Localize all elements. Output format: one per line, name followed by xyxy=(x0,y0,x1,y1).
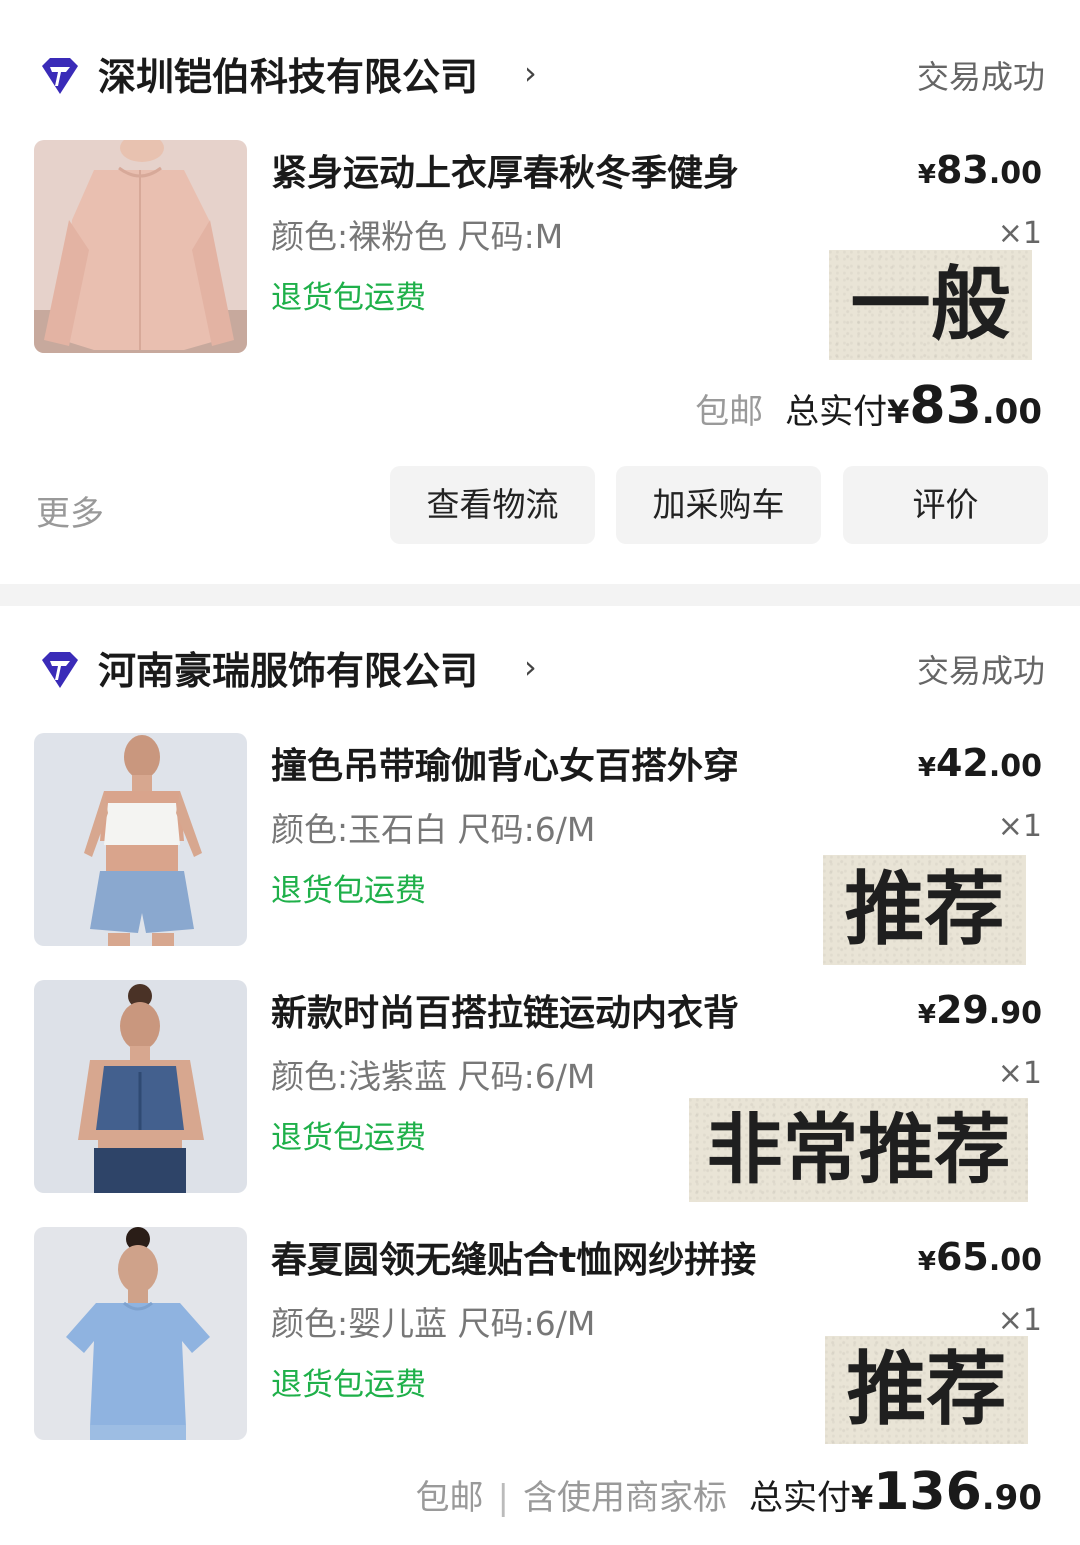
shop-diamond-icon xyxy=(42,58,78,94)
order-total: 包邮 | 含使用商家标 总实付¥136.90 xyxy=(415,1462,1042,1522)
rating-sticker: 推荐 xyxy=(825,1336,1028,1444)
shop-header[interactable]: 河南豪瑞服饰有限公司 › 交易成功 xyxy=(0,630,1080,710)
more-button[interactable]: 更多 xyxy=(36,486,104,535)
order-card-shenzhen: 深圳铠伯科技有限公司 › 交易成功 紧身运动上衣厚春秋冬季健身 颜色:裸粉色 尺… xyxy=(0,0,1080,584)
shop-name[interactable]: 深圳铠伯科技有限公司 xyxy=(98,46,478,101)
rating-sticker: 一般 xyxy=(829,250,1032,360)
rating-sticker: 非常推荐 xyxy=(689,1098,1028,1202)
shop-diamond-icon xyxy=(42,652,78,688)
order-total: 包邮 总实付¥83.00 xyxy=(695,376,1042,436)
order-status: 交易成功 xyxy=(916,58,1045,96)
add-to-purchase-cart-button[interactable]: 加采购车 xyxy=(616,466,821,544)
review-button[interactable]: 评价 xyxy=(843,466,1048,544)
chevron-right-icon[interactable]: › xyxy=(524,648,537,686)
return-shipping-tag: 退货包运费 xyxy=(271,280,426,316)
product-title[interactable]: 春夏圆领无缝贴合t恤网纱拼接 xyxy=(271,1231,756,1283)
product-quantity: ×1 xyxy=(997,1056,1042,1091)
separator: | xyxy=(497,1478,509,1518)
chevron-right-icon[interactable]: › xyxy=(524,54,537,92)
product-price: ¥65.00 xyxy=(917,1235,1042,1279)
product-spec: 颜色:玉石白 尺码:6/M xyxy=(271,810,596,849)
total-label: 总实付 xyxy=(785,392,888,432)
product-spec: 颜色:浅紫蓝 尺码:6/M xyxy=(271,1057,596,1096)
return-shipping-tag: 退货包运费 xyxy=(271,1120,426,1156)
total-amount: 136 xyxy=(873,1462,982,1522)
product-quantity: ×1 xyxy=(997,1303,1042,1338)
product-image-pink-jacket[interactable] xyxy=(34,140,247,353)
product-spec: 颜色:婴儿蓝 尺码:6/M xyxy=(271,1304,596,1343)
free-shipping-label: 包邮 xyxy=(415,1478,484,1518)
product-price: ¥83.00 xyxy=(917,148,1042,192)
shop-name[interactable]: 河南豪瑞服饰有限公司 xyxy=(98,640,478,695)
total-label: 总实付 xyxy=(748,1478,851,1518)
product-quantity: ×1 xyxy=(997,809,1042,844)
order-card-henan: 河南豪瑞服饰有限公司 › 交易成功 撞色吊带瑜伽背心女百搭外穿 颜色:玉石白 尺… xyxy=(0,606,1080,1545)
product-image-blue-tshirt[interactable] xyxy=(34,1227,247,1440)
product-image-zip-sports-bra[interactable] xyxy=(34,980,247,1193)
rating-sticker: 推荐 xyxy=(823,855,1026,965)
product-quantity: ×1 xyxy=(997,216,1042,251)
product-title[interactable]: 撞色吊带瑜伽背心女百搭外穿 xyxy=(271,737,739,789)
free-shipping-label: 包邮 xyxy=(695,392,764,432)
return-shipping-tag: 退货包运费 xyxy=(271,873,426,909)
total-amount: 83 xyxy=(909,376,982,436)
product-title[interactable]: 新款时尚百搭拉链运动内衣背 xyxy=(271,984,739,1036)
shop-header[interactable]: 深圳铠伯科技有限公司 › 交易成功 xyxy=(0,36,1080,116)
view-logistics-button[interactable]: 查看物流 xyxy=(390,466,595,544)
product-image-yoga-vest[interactable] xyxy=(34,733,247,946)
section-divider xyxy=(0,584,1080,606)
return-shipping-tag: 退货包运费 xyxy=(271,1367,426,1403)
merchant-note: 含使用商家标 xyxy=(522,1478,727,1518)
product-price: ¥42.00 xyxy=(917,741,1042,785)
product-spec: 颜色:裸粉色 尺码:M xyxy=(271,217,564,256)
product-title[interactable]: 紧身运动上衣厚春秋冬季健身 xyxy=(271,144,739,196)
product-price: ¥29.90 xyxy=(917,988,1042,1032)
order-status: 交易成功 xyxy=(916,652,1045,690)
